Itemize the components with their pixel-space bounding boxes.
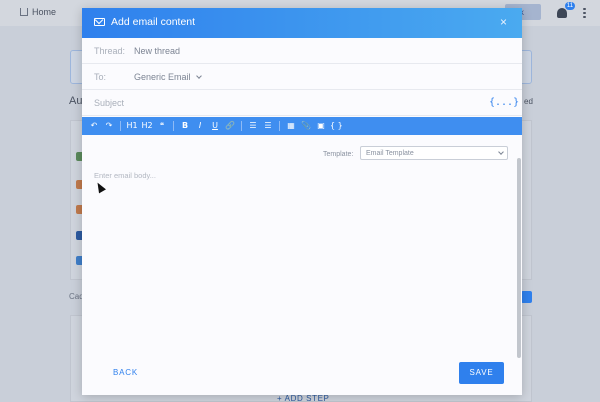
heading1-button[interactable]: H1 <box>126 117 138 135</box>
mouse-cursor-icon <box>94 180 106 194</box>
toolbar-divider <box>173 121 174 131</box>
link-icon[interactable]: 🔗 <box>224 117 236 135</box>
back-button[interactable]: BACK <box>113 368 138 377</box>
quote-icon[interactable]: ❝ <box>156 117 168 135</box>
image-icon[interactable]: ▣ <box>315 117 327 135</box>
home-label: Home <box>32 7 57 17</box>
background-side-text: ed <box>524 97 533 106</box>
template-label: Template: <box>323 151 354 158</box>
calendar-icon[interactable]: ▦ <box>285 117 297 135</box>
to-select[interactable]: Generic Email <box>134 72 202 82</box>
italic-button[interactable]: I <box>194 117 206 135</box>
notification-badge: 11 <box>565 2 575 10</box>
toolbar-divider <box>241 121 242 131</box>
code-braces-icon[interactable]: { } <box>330 117 343 135</box>
toolbar-divider <box>279 121 280 131</box>
background-action-button[interactable] <box>521 291 532 303</box>
template-value: Email Template <box>366 150 414 157</box>
home-icon <box>20 8 28 16</box>
modal-title: Add email content <box>111 16 196 28</box>
chevron-down-icon <box>195 73 202 79</box>
thread-row: Thread: New thread <box>82 38 522 64</box>
add-step-button[interactable]: + ADD STEP <box>277 394 329 402</box>
heading2-button[interactable]: H2 <box>141 117 153 135</box>
to-label: To: <box>94 72 107 82</box>
modal-header: Add email content × <box>82 8 522 38</box>
envelope-icon <box>94 18 105 26</box>
toolbar-divider <box>120 121 121 131</box>
add-email-content-modal: Add email content × Thread: New thread T… <box>82 8 522 395</box>
bell-icon[interactable] <box>557 8 567 18</box>
save-button[interactable]: SAVE <box>459 362 504 384</box>
background-section-heading: Au <box>69 95 83 107</box>
email-body-editor[interactable]: Enter email body... <box>94 171 156 180</box>
chevron-down-icon <box>498 149 504 155</box>
undo-icon[interactable]: ↶ <box>88 117 100 135</box>
more-options-icon[interactable] <box>583 8 586 18</box>
bullet-list-icon[interactable]: ☰ <box>247 117 259 135</box>
underline-button[interactable]: U <box>209 117 221 135</box>
thread-value: New thread <box>134 46 181 56</box>
template-select[interactable]: Email Template <box>360 146 508 160</box>
scrollbar[interactable] <box>517 158 521 358</box>
close-icon[interactable]: × <box>500 15 507 29</box>
to-row[interactable]: To: Generic Email <box>82 64 522 90</box>
paperclip-icon[interactable]: 📎 <box>300 117 312 135</box>
thread-label: Thread: <box>94 46 126 56</box>
bold-button[interactable]: B <box>179 117 191 135</box>
to-value: Generic Email <box>134 72 191 82</box>
formatting-toolbar: ↶ ↷ H1 H2 ❝ B I U 🔗 ☰ ☰ ▦ 📎 ▣ { } <box>82 117 522 135</box>
insert-variable-button[interactable]: {...} <box>489 97 519 108</box>
subject-field[interactable]: Subject <box>94 98 124 108</box>
home-link[interactable]: Home <box>20 7 56 17</box>
redo-icon[interactable]: ↷ <box>103 117 115 135</box>
subject-row[interactable]: Subject {...} <box>82 90 522 116</box>
numbered-list-icon[interactable]: ☰ <box>262 117 274 135</box>
